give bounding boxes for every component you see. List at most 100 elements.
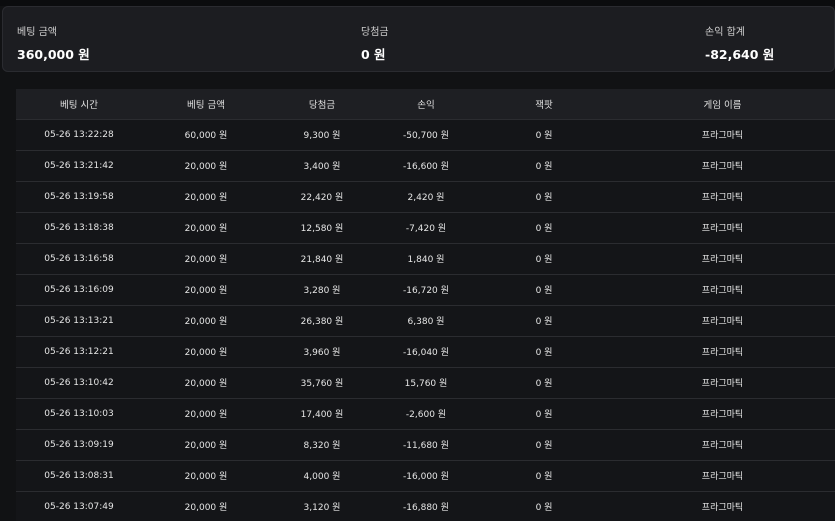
cell-col-profit: -16,600 원 bbox=[403, 162, 449, 172]
cell-col-profit: 15,760 원 bbox=[404, 379, 448, 389]
cell-col-bet-time: 05-26 13:10:03 bbox=[44, 408, 114, 419]
cell-col-profit: -16,040 원 bbox=[403, 348, 449, 358]
table-row: 05-26 13:08:31 20,000 원 4,000 원 -16,000 원 0 … bbox=[16, 460, 835, 491]
cell-col-bet-amount: 20,000 원 bbox=[184, 224, 228, 234]
cell-col-bet-time: 05-26 13:22:28 bbox=[44, 129, 114, 140]
table-body: 05-26 13:22:28 60,000 원 9,300 원 -50,700 원 0 … bbox=[16, 119, 835, 521]
table-row: 05-26 13:16:09 20,000 원 3,280 원 -16,720 원 0 … bbox=[16, 274, 835, 305]
cell-col-win-amount: 4,000 원 bbox=[303, 472, 341, 482]
cell-col-win-amount: 21,840 원 bbox=[300, 255, 344, 265]
header-col-profit: 손익 bbox=[417, 99, 435, 111]
summary-win-value: 0 원 bbox=[361, 47, 386, 62]
cell-col-profit: -16,000 원 bbox=[403, 472, 449, 482]
cell-col-win-amount: 3,280 원 bbox=[303, 286, 341, 296]
cell-col-bet-time: 05-26 13:18:38 bbox=[44, 222, 114, 233]
summary-bet-value: 360,000 원 bbox=[17, 47, 90, 62]
table-row: 05-26 13:21:42 20,000 원 3,400 원 -16,600 원 0 … bbox=[16, 150, 835, 181]
cell-col-win-amount: 3,960 원 bbox=[303, 348, 341, 358]
cell-col-profit: -11,680 원 bbox=[403, 441, 449, 451]
cell-col-win-amount: 35,760 원 bbox=[300, 379, 344, 389]
cell-col-bet-time: 05-26 13:13:21 bbox=[44, 315, 114, 326]
cell-col-bet-amount: 20,000 원 bbox=[184, 286, 228, 296]
cell-col-bet-amount: 20,000 원 bbox=[184, 193, 228, 203]
cell-col-game-name: 프라그마틱 bbox=[701, 410, 744, 420]
cell-col-jackpot: 0 원 bbox=[535, 503, 553, 514]
summary-bet: 베팅 금액 360,000 원 bbox=[17, 23, 90, 63]
cell-col-jackpot: 0 원 bbox=[535, 131, 553, 141]
cell-col-game-name: 프라그마틱 bbox=[701, 472, 744, 482]
cell-col-jackpot: 0 원 bbox=[535, 379, 553, 389]
cell-col-win-amount: 12,580 원 bbox=[300, 224, 344, 234]
cell-col-bet-amount: 20,000 원 bbox=[184, 162, 228, 172]
cell-col-bet-amount: 20,000 원 bbox=[184, 410, 228, 420]
cell-col-win-amount: 17,400 원 bbox=[300, 410, 344, 420]
cell-col-jackpot: 0 원 bbox=[535, 162, 553, 172]
cell-col-game-name: 프라그마틱 bbox=[701, 193, 744, 203]
cell-col-bet-amount: 60,000 원 bbox=[184, 131, 228, 141]
cell-col-game-name: 프라그마틱 bbox=[701, 162, 744, 172]
cell-col-profit: -2,600 원 bbox=[405, 410, 447, 420]
table-row: 05-26 13:12:21 20,000 원 3,960 원 -16,040 원 0 … bbox=[16, 336, 835, 367]
cell-col-profit: -16,880 원 bbox=[403, 503, 449, 514]
cell-col-win-amount: 8,320 원 bbox=[303, 441, 341, 451]
header-col-jackpot: 잭팟 bbox=[535, 99, 553, 111]
cell-col-win-amount: 26,380 원 bbox=[300, 317, 344, 327]
cell-col-jackpot: 0 원 bbox=[535, 317, 553, 327]
cell-col-bet-amount: 20,000 원 bbox=[184, 503, 228, 514]
cell-col-game-name: 프라그마틱 bbox=[701, 441, 744, 451]
cell-col-bet-time: 05-26 13:07:49 bbox=[44, 501, 114, 512]
cell-col-profit: 2,420 원 bbox=[407, 193, 445, 203]
summary-win: 당첨금 0 원 bbox=[361, 23, 389, 63]
cell-col-game-name: 프라그마틱 bbox=[701, 255, 744, 265]
cell-col-jackpot: 0 원 bbox=[535, 286, 553, 296]
summary-profit: 손익 합계 -82,640 원 bbox=[705, 23, 774, 63]
header-col-bet-time: 베팅 시간 bbox=[60, 99, 98, 111]
cell-col-bet-time: 05-26 13:21:42 bbox=[44, 160, 114, 171]
table-row: 05-26 13:18:38 20,000 원 12,580 원 -7,420 원 0 … bbox=[16, 212, 835, 243]
cell-col-bet-time: 05-26 13:09:19 bbox=[44, 439, 114, 450]
cell-col-jackpot: 0 원 bbox=[535, 224, 553, 234]
table-header-row: 베팅 시간 베팅 금액 당첨금 손익 잭팟 게임 이름 bbox=[16, 89, 835, 119]
cell-col-bet-time: 05-26 13:16:58 bbox=[44, 253, 114, 264]
cell-col-game-name: 프라그마틱 bbox=[701, 131, 744, 141]
cell-col-bet-time: 05-26 13:08:31 bbox=[44, 470, 114, 481]
table-row: 05-26 13:22:28 60,000 원 9,300 원 -50,700 원 0 … bbox=[16, 119, 835, 150]
table-row: 05-26 13:10:42 20,000 원 35,760 원 15,760 원 0 … bbox=[16, 367, 835, 398]
summary-profit-label: 손익 합계 bbox=[705, 27, 745, 38]
cell-col-game-name: 프라그마틱 bbox=[701, 348, 744, 358]
cell-col-bet-amount: 20,000 원 bbox=[184, 348, 228, 358]
cell-col-bet-amount: 20,000 원 bbox=[184, 379, 228, 389]
cell-col-game-name: 프라그마틱 bbox=[701, 379, 744, 389]
cell-col-profit: -16,720 원 bbox=[403, 286, 449, 296]
cell-col-game-name: 프라그마틱 bbox=[701, 224, 744, 234]
cell-col-bet-amount: 20,000 원 bbox=[184, 472, 228, 482]
table-row: 05-26 13:09:19 20,000 원 8,320 원 -11,680 원 0 … bbox=[16, 429, 835, 460]
summary-win-label: 당첨금 bbox=[361, 27, 389, 38]
table-row: 05-26 13:07:49 20,000 원 3,120 원 -16,880 원 0 … bbox=[16, 491, 835, 521]
cell-col-jackpot: 0 원 bbox=[535, 472, 553, 482]
table-row: 05-26 13:10:03 20,000 원 17,400 원 -2,600 원 0 … bbox=[16, 398, 835, 429]
cell-col-bet-time: 05-26 13:10:42 bbox=[44, 377, 114, 388]
cell-col-profit: 6,380 원 bbox=[407, 317, 445, 327]
cell-col-bet-amount: 20,000 원 bbox=[184, 255, 228, 265]
cell-col-game-name: 프라그마틱 bbox=[701, 503, 744, 514]
header-col-win-amount: 당첨금 bbox=[308, 99, 336, 111]
cell-col-bet-amount: 20,000 원 bbox=[184, 317, 228, 327]
cell-col-jackpot: 0 원 bbox=[535, 348, 553, 358]
cell-col-profit: -7,420 원 bbox=[405, 224, 447, 234]
cell-col-profit: 1,840 원 bbox=[407, 255, 445, 265]
table-header: 베팅 시간 베팅 금액 당첨금 손익 잭팟 게임 이름 bbox=[16, 89, 835, 119]
cell-col-bet-time: 05-26 13:16:09 bbox=[44, 284, 114, 295]
bet-history-table: 베팅 시간 베팅 금액 당첨금 손익 잭팟 게임 이름 05-26 13:22:28 60,… bbox=[16, 89, 835, 521]
table-row: 05-26 13:16:58 20,000 원 21,840 원 1,840 원 0 원… bbox=[16, 243, 835, 274]
cell-col-bet-time: 05-26 13:12:21 bbox=[44, 346, 114, 357]
header-col-game-name: 게임 이름 bbox=[703, 99, 742, 111]
summary-profit-value: -82,640 원 bbox=[705, 47, 775, 62]
cell-col-game-name: 프라그마틱 bbox=[701, 317, 744, 327]
cell-col-win-amount: 22,420 원 bbox=[300, 193, 344, 203]
cell-col-jackpot: 0 원 bbox=[535, 193, 553, 203]
cell-col-profit: -50,700 원 bbox=[403, 131, 449, 141]
cell-col-bet-amount: 20,000 원 bbox=[184, 441, 228, 451]
cell-col-jackpot: 0 원 bbox=[535, 255, 553, 265]
cell-col-win-amount: 9,300 원 bbox=[303, 131, 341, 141]
